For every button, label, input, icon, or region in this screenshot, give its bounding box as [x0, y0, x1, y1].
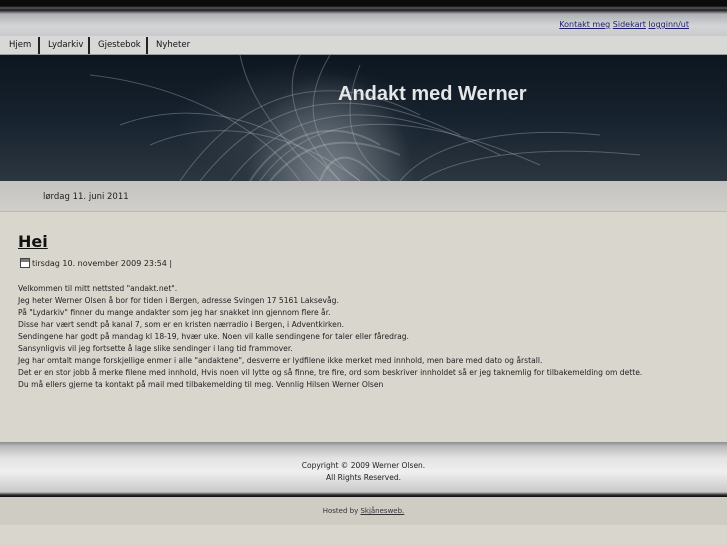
post-line: Jeg heter Werner Olsen å bor for tiden i… — [18, 296, 339, 305]
post-title[interactable]: Hei — [18, 232, 48, 251]
post-line: Disse har vært sendt på kanal 7, som er … — [18, 320, 345, 329]
hosted-bar: Hosted by Skjånesweb. — [0, 497, 727, 525]
nav-item-lydarkiv[interactable]: Lydarkiv — [48, 36, 83, 54]
post-line: Jeg har omtalt mange forskjellige enmer … — [18, 356, 543, 365]
nav-divider — [38, 37, 40, 54]
login-link[interactable]: logginn/ut — [648, 20, 689, 29]
banner-swirl-graphic — [89, 55, 641, 181]
top-links: Kontakt meg Sidekart logginn/ut — [559, 20, 689, 29]
header-banner: Andakt med Werner — [0, 55, 727, 181]
post-line: Det er en stor jobb å merke filene med i… — [18, 368, 643, 377]
post-body: Velkommen til mitt nettsted "andakt.net"… — [18, 283, 708, 391]
nav-divider — [88, 37, 90, 54]
contact-link[interactable]: Kontakt meg — [559, 20, 610, 29]
sitemap-link[interactable]: Sidekart — [613, 20, 646, 29]
hosted-prefix: Hosted by — [322, 507, 361, 515]
current-date: lørdag 11. juni 2011 — [43, 192, 129, 202]
footer-rights: All Rights Reserved. — [325, 473, 401, 482]
post-meta: tirsdag 10. november 2009 23:54 | — [20, 258, 172, 268]
post-line: På "Lydarkiv" finner du mange andakter s… — [18, 308, 331, 317]
calendar-icon — [20, 258, 30, 268]
post-line: Du må ellers gjerne ta kontakt på mail m… — [18, 380, 384, 389]
nav-item-nyheter[interactable]: Nyheter — [156, 36, 190, 54]
post-line: Velkommen til mitt nettsted "andakt.net"… — [18, 284, 178, 293]
top-bar: Kontakt meg Sidekart logginn/ut — [0, 0, 727, 36]
nav-divider — [146, 37, 148, 54]
nav-item-hjem[interactable]: Hjem — [9, 36, 31, 54]
host-link[interactable]: Skjånesweb. — [360, 507, 404, 515]
post-date: tirsdag 10. november 2009 23:54 | — [32, 259, 173, 268]
footer-copyright: Copyright © 2009 Werner Olsen. — [301, 461, 426, 470]
main-content: Hei tirsdag 10. november 2009 23:54 | Ve… — [0, 212, 727, 442]
main-nav: Hjem Lydarkiv Gjestebok Nyheter — [0, 36, 727, 55]
post-line: Sansynligvis vil jeg fortsette å lage sl… — [18, 344, 293, 353]
page-bottom — [0, 525, 727, 545]
post-line: Sendingene har godt på mandag kl 18-19, … — [18, 332, 409, 341]
footer: Copyright © 2009 Werner Olsen. All Right… — [0, 442, 727, 497]
date-bar: lørdag 11. juni 2011 — [0, 181, 727, 212]
site-title: Andakt med Werner — [338, 83, 527, 105]
nav-item-gjestebok[interactable]: Gjestebok — [98, 36, 141, 54]
hosted-by-text: Hosted by Skjånesweb. — [0, 507, 727, 515]
